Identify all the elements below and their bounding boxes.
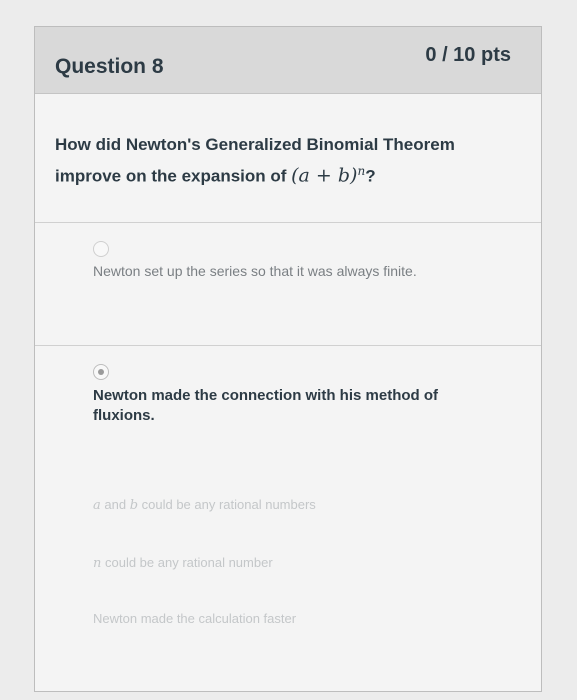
- question-card: Question 8 0 / 10 pts How did Newton's G…: [34, 26, 542, 692]
- question-text: How did Newton's Generalized Binomial Th…: [55, 131, 515, 190]
- points-score: 0 / 10 pts: [425, 44, 511, 66]
- question-math: (a + b): [291, 164, 358, 187]
- faded-option-3: Newton made the calculation faster: [93, 611, 297, 626]
- faded-option-1: a and b could be any rational numbers: [93, 495, 453, 516]
- faded-option-1-mid: and: [100, 497, 130, 512]
- faded-option-1-var2: b: [129, 498, 139, 513]
- answer-option-2[interactable]: Newton made the connection with his meth…: [35, 346, 541, 456]
- question-text-suffix: ?: [365, 166, 376, 186]
- question-text-prefix: improve on the expansion of: [55, 166, 292, 186]
- question-title: Question 8: [55, 55, 164, 78]
- faded-option-1-var1: a: [93, 498, 101, 513]
- answer-radio-2-selected[interactable]: [93, 364, 109, 380]
- question-header: Question 8 0 / 10 pts: [35, 27, 541, 94]
- faded-option-1-rest: could be any rational numbers: [138, 497, 316, 512]
- answer-radio-1[interactable]: [93, 241, 109, 257]
- answer-text-1: Newton set up the series so that it was …: [93, 263, 417, 279]
- question-text-line1: How did Newton's Generalized Binomial Th…: [55, 135, 455, 154]
- question-text-line2: improve on the expansion of (a + b)n?: [55, 158, 515, 190]
- answer-option-1[interactable]: Newton set up the series so that it was …: [35, 223, 541, 343]
- answer-text-2: Newton made the connection with his meth…: [93, 387, 439, 424]
- faded-option-2-rest: could be any rational number: [101, 555, 273, 570]
- faded-option-2: n could be any rational number: [93, 553, 453, 574]
